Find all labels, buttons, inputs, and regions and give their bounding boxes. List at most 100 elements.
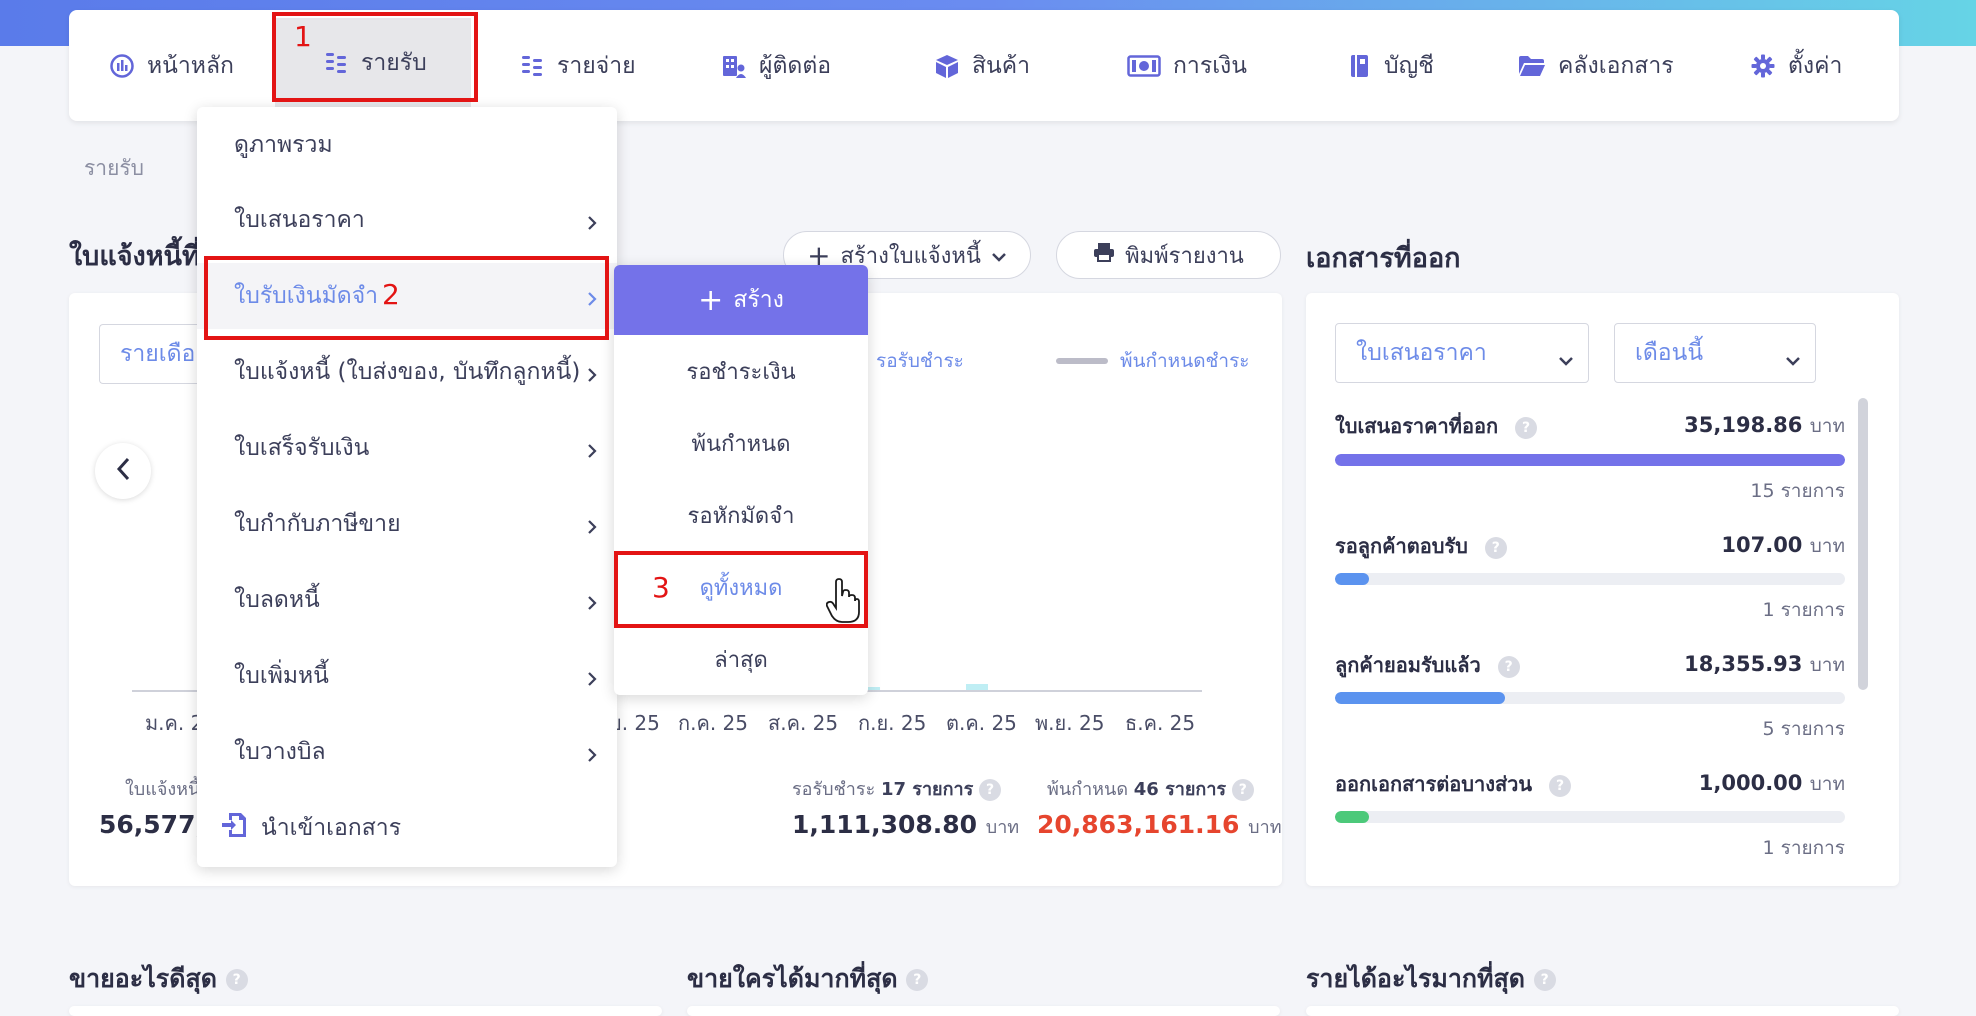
best-products-title: ขายอะไรดีสุด ? (69, 959, 248, 999)
annotation-number-1: 1 (294, 20, 312, 53)
dashboard-icon (109, 53, 135, 79)
chevron-right-icon (587, 591, 597, 617)
doc-row-amount: 35,198.86 บาท (1684, 413, 1845, 437)
doc-row-title: ออกเอกสารต่อบางส่วน ? (1335, 768, 1572, 800)
chevron-down-icon (1785, 346, 1801, 372)
help-icon[interactable]: ? (225, 969, 248, 991)
x-tick: ธ.ค. 25 (1125, 711, 1196, 735)
coins-icon (519, 53, 545, 79)
doc-row-count: 1 รายการ (1762, 599, 1845, 621)
menu-item-quotation[interactable]: ใบเสนอราคา (197, 187, 617, 253)
progress-fill (1335, 811, 1369, 823)
menu-item-receipt[interactable]: ใบเสร็จรับเงิน (197, 415, 617, 481)
legend-swatch (1056, 358, 1108, 364)
docs-scrollbar[interactable] (1858, 398, 1868, 690)
doc-row-progress (1335, 692, 1845, 704)
doc-row-progress (1335, 573, 1845, 585)
help-icon[interactable]: ? (1549, 774, 1572, 797)
print-report-button[interactable]: พิมพ์รายงาน (1056, 231, 1281, 279)
menu-item-billing-note[interactable]: ใบวางบิล (197, 719, 617, 785)
menu-item-overview[interactable]: ดูภาพรวม (197, 112, 617, 178)
printer-icon (1093, 242, 1115, 268)
doc-row-count: 1 รายการ (1762, 837, 1845, 859)
x-tick: ม.ค. 2 (145, 711, 204, 735)
gear-icon (1750, 53, 1776, 79)
nav-item-contacts[interactable]: ผู้ติดต่อ (721, 10, 831, 121)
menu-item-tax-invoice[interactable]: ใบกำกับภาษีขาย (197, 491, 617, 557)
doc-row-count: 5 รายการ (1762, 718, 1845, 740)
invoice-section-title: ใบแจ้งหนี้ที่รั (69, 241, 215, 272)
progress-fill (1335, 692, 1505, 704)
nav-item-settings[interactable]: ตั้งค่า (1750, 10, 1842, 121)
pending-stat-label: รอรับชำระ 17 รายการ ? (792, 774, 1002, 803)
nav-item-products[interactable]: สินค้า (934, 10, 1030, 121)
x-tick: ก.ย. 25 (858, 711, 927, 735)
chevron-right-icon (587, 363, 597, 389)
nav-item-expense[interactable]: รายจ่าย (519, 10, 636, 121)
top-revenue-title: รายได้อะไรมากที่สุด ? (1306, 959, 1556, 999)
help-icon[interactable]: ? (979, 779, 1002, 801)
doc-row-title: ลูกค้ายอมรับแล้ว ? (1335, 649, 1520, 681)
x-tick: พ.ย. 25 (1035, 711, 1105, 735)
help-icon[interactable]: ? (1515, 416, 1538, 439)
submenu-item-awaiting-deduction[interactable]: รอหักมัดจำ (614, 479, 868, 551)
help-icon[interactable]: ? (906, 969, 929, 991)
income-dropdown-menu: ดูภาพรวม ใบเสนอราคา ใบรับเงินมัดจำ ใบแจ้… (197, 107, 617, 867)
doc-row-amount: 107.00 บาท (1721, 533, 1845, 557)
chart-prev-button[interactable] (95, 443, 151, 499)
submenu-item-latest[interactable]: ล่าสุด (614, 623, 868, 695)
annotation-number-2: 2 (382, 278, 400, 311)
chevron-right-icon (587, 439, 597, 465)
legend-overdue: พ้นกำหนดชำระ (1056, 346, 1250, 376)
plus-icon: + (698, 282, 724, 318)
submenu-item-overdue[interactable]: พ้นกำหนด (614, 407, 868, 479)
submenu-item-awaiting-payment[interactable]: รอชำระเงิน (614, 335, 868, 407)
doc-row-amount: 1,000.00 บาท (1698, 771, 1845, 795)
menu-item-import[interactable]: นำเข้าเอกสาร (197, 795, 617, 861)
import-file-icon (221, 811, 247, 845)
total-invoice-label: ใบแจ้งหนี้ (125, 779, 201, 800)
pending-stat-value: 1,111,308.80 บาท (792, 810, 1020, 839)
contacts-icon (721, 53, 747, 79)
help-icon[interactable]: ? (1231, 779, 1254, 801)
docs-period-select[interactable]: เดือนนี้ (1614, 323, 1816, 383)
top-customers-card (687, 1006, 1280, 1016)
doc-type-select[interactable]: ใบเสนอราคา (1335, 323, 1589, 383)
breadcrumb: รายรับ (84, 156, 144, 180)
x-tick: ส.ค. 25 (768, 711, 839, 735)
book-icon (1346, 53, 1372, 79)
nav-item-accounting[interactable]: บัญชี (1346, 10, 1434, 121)
x-tick: ก.ค. 25 (678, 711, 749, 735)
overdue-stat-label: พ้นกำหนด 46 รายการ ? (1047, 774, 1254, 803)
nav-item-finance[interactable]: การเงิน (1127, 10, 1247, 121)
top-customers-title: ขายใครได้มากที่สุด ? (687, 959, 929, 999)
nav-item-home[interactable]: หน้าหลัก (109, 10, 234, 121)
progress-fill (1335, 454, 1845, 466)
chevron-right-icon (587, 667, 597, 693)
deposit-submenu: + สร้าง รอชำระเงิน พ้นกำหนด รอหักมัดจำ ด… (614, 265, 868, 695)
docs-section-title: เอกสารที่ออก (1306, 243, 1461, 274)
help-icon[interactable]: ? (1497, 655, 1520, 678)
chevron-right-icon (587, 515, 597, 541)
chevron-left-icon (116, 457, 130, 485)
menu-item-debit-note[interactable]: ใบเพิ่มหนี้ (197, 643, 617, 709)
overdue-stat-value: 20,863,161.16 บาท (1037, 810, 1282, 839)
chart-bar (966, 684, 988, 690)
submenu-create-button[interactable]: + สร้าง (614, 265, 868, 335)
menu-item-invoice[interactable]: ใบแจ้งหนี้ (ใบส่งของ, บันทึกลูกหนี้) (197, 339, 617, 405)
nav-item-documents[interactable]: คลังเอกสาร (1518, 10, 1674, 121)
doc-row-title: ใบเสนอราคาที่ออก ? (1335, 410, 1538, 442)
help-icon[interactable]: ? (1484, 536, 1507, 559)
chevron-down-icon (1558, 346, 1574, 372)
best-products-card (69, 1006, 662, 1016)
doc-row-progress (1335, 454, 1845, 466)
hand-cursor-icon (825, 578, 860, 628)
menu-item-credit-note[interactable]: ใบลดหนี้ (197, 567, 617, 633)
chevron-down-icon (991, 243, 1007, 268)
x-tick: ย. 25 (610, 711, 660, 735)
chevron-right-icon (587, 743, 597, 769)
annotation-box-2 (204, 256, 609, 340)
help-icon[interactable]: ? (1533, 969, 1556, 991)
x-tick: ต.ค. 25 (946, 711, 1017, 735)
box-icon (934, 53, 960, 79)
